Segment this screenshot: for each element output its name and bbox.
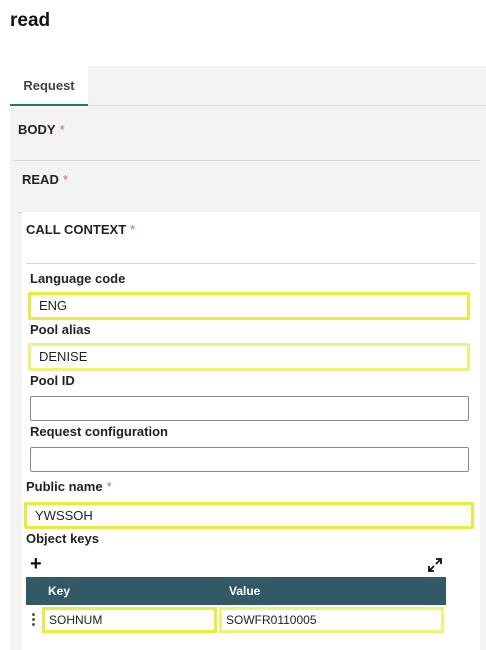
required-marker: * — [59, 122, 65, 137]
expand-icon[interactable] — [428, 558, 442, 572]
table-row[interactable]: SOHNUM SOWFR0110005 — [26, 605, 446, 635]
page-title: read — [10, 10, 51, 31]
request-configuration-input[interactable] — [30, 447, 469, 472]
section-body-header[interactable]: BODY * — [18, 122, 65, 137]
section-call-context-header[interactable]: CALL CONTEXT * — [26, 222, 135, 237]
divider — [14, 160, 480, 161]
value-cell[interactable]: SOWFR0110005 — [219, 607, 444, 633]
required-marker: * — [62, 172, 68, 187]
plus-icon[interactable]: + — [30, 553, 42, 576]
column-header-value[interactable]: Value — [229, 584, 260, 598]
tab-bar: Request — [10, 66, 486, 106]
object-keys-table-header: Key Value — [26, 577, 446, 605]
public-name-label-wrap: Public name * — [26, 479, 112, 494]
tab-request[interactable]: Request — [10, 66, 88, 106]
language-code-input[interactable]: ENG — [28, 292, 470, 320]
pool-id-label: Pool ID — [30, 373, 75, 388]
section-call-context-label: CALL CONTEXT — [26, 222, 127, 237]
pool-alias-label: Pool alias — [30, 322, 91, 337]
request-configuration-label: Request configuration — [30, 424, 168, 439]
language-code-label: Language code — [30, 271, 126, 286]
drag-handle-icon[interactable] — [32, 613, 36, 627]
public-name-label: Public name — [26, 479, 103, 494]
required-marker: * — [106, 479, 112, 494]
section-read-header[interactable]: READ * — [22, 172, 68, 187]
section-read-label: READ — [22, 172, 59, 187]
pool-alias-input[interactable]: DENISE — [28, 343, 470, 371]
required-marker: * — [130, 222, 136, 237]
public-name-input[interactable]: YWSSOH — [24, 502, 474, 529]
pool-id-input[interactable] — [30, 396, 469, 421]
key-cell[interactable]: SOHNUM — [42, 607, 217, 633]
column-header-key[interactable]: Key — [48, 584, 70, 598]
divider — [26, 263, 476, 264]
section-body-label: BODY — [18, 122, 56, 137]
object-keys-label: Object keys — [26, 531, 99, 546]
